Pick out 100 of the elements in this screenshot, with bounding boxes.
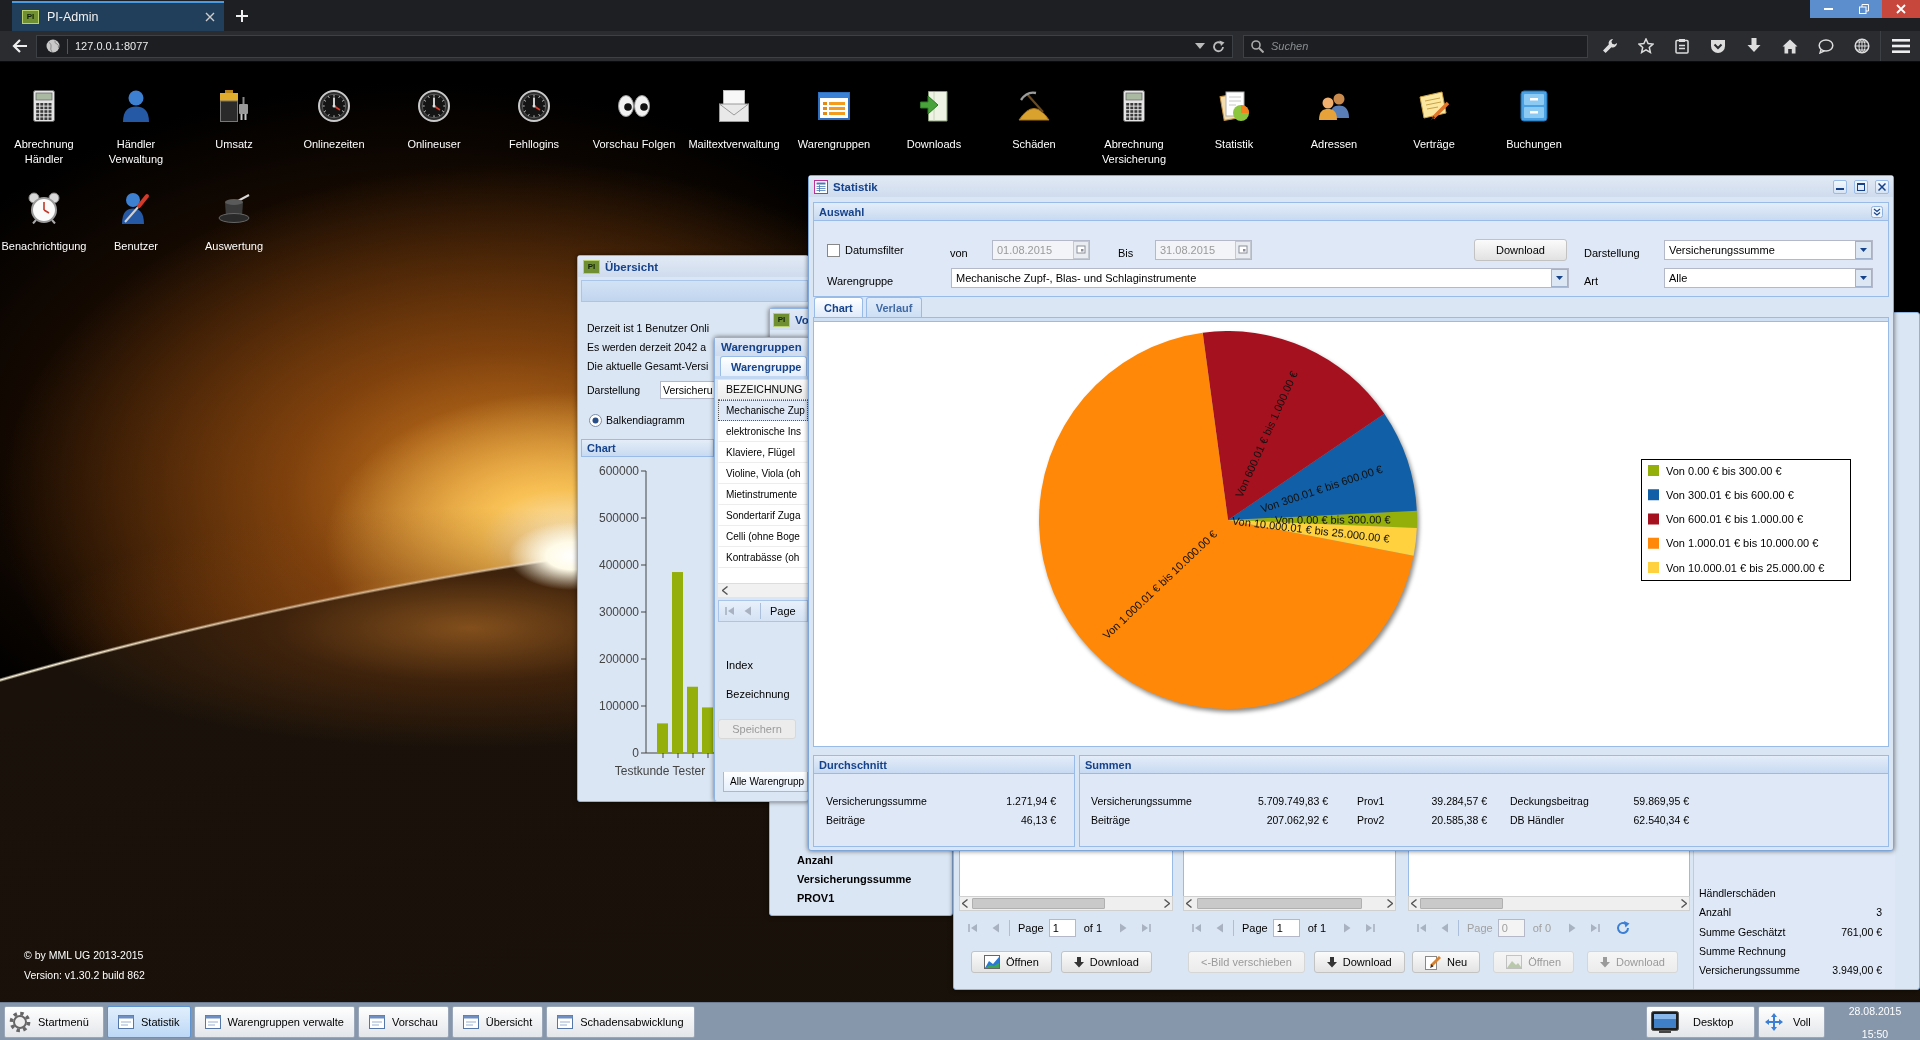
person-screwdriver-icon[interactable] bbox=[122, 192, 150, 224]
desktop-shortcut[interactable]: Onlineuser bbox=[407, 88, 461, 152]
taskbar-item[interactable]: Vorschau bbox=[357, 1005, 449, 1038]
tab[interactable]: Verlauf bbox=[865, 297, 923, 317]
close-button[interactable] bbox=[1875, 179, 1889, 194]
show-desktop-button[interactable]: Desktop bbox=[1646, 1005, 1755, 1038]
taskbar-item[interactable]: Warengruppen verwalte bbox=[193, 1005, 355, 1038]
scrollbar[interactable] bbox=[718, 583, 808, 597]
form-window-icon[interactable] bbox=[818, 92, 850, 120]
alarm-clock-icon[interactable] bbox=[28, 192, 60, 224]
scroll-left-icon[interactable] bbox=[1411, 899, 1417, 908]
desktop-shortcut[interactable]: Fehllogins bbox=[508, 88, 560, 152]
scroll-left-icon[interactable] bbox=[1186, 899, 1192, 908]
scrollbar-thumb[interactable] bbox=[1197, 898, 1362, 909]
search-field[interactable]: Suchen bbox=[1243, 34, 1588, 58]
eyes-icon[interactable] bbox=[618, 95, 650, 117]
scrollbar-thumb[interactable] bbox=[972, 898, 1105, 909]
fullscreen-button[interactable]: Voll bbox=[1758, 1005, 1825, 1038]
desktop-shortcut[interactable]: Auswertung bbox=[204, 190, 264, 254]
desktop-shortcut[interactable]: Schäden bbox=[1012, 88, 1056, 152]
address-field[interactable]: 127.0.0.1:8077 bbox=[36, 34, 1233, 58]
new-button[interactable]: Neu bbox=[1412, 951, 1481, 973]
scrollbar[interactable] bbox=[959, 896, 1173, 911]
scrollbar[interactable] bbox=[1408, 896, 1690, 911]
restore-button[interactable] bbox=[1846, 0, 1882, 18]
dropdown[interactable]: Alle bbox=[1664, 268, 1873, 288]
new-tab-icon[interactable] bbox=[236, 10, 248, 22]
top-hat-icon[interactable] bbox=[218, 193, 250, 223]
chart-documents-icon[interactable] bbox=[1218, 90, 1250, 122]
page-input-field[interactable]: 1 bbox=[1272, 919, 1300, 937]
person-icon[interactable] bbox=[123, 90, 149, 122]
desktop-shortcut[interactable]: Benachrichtigung bbox=[1, 190, 87, 254]
taskbar-item[interactable]: Übersicht bbox=[451, 1005, 544, 1038]
dropdown[interactable]: Versicherungssumme bbox=[1664, 240, 1873, 260]
start-menu-button[interactable]: Startmenü bbox=[4, 1005, 104, 1038]
tab[interactable]: Chart bbox=[814, 297, 863, 317]
desktop-shortcut[interactable]: Adressen bbox=[1310, 88, 1358, 152]
clock-icon[interactable] bbox=[418, 90, 450, 122]
calculator-icon[interactable] bbox=[1123, 90, 1145, 122]
desktop-shortcut[interactable]: Umsatz bbox=[215, 88, 253, 152]
desktop-shortcut[interactable]: Vorschau Folgen bbox=[592, 88, 676, 152]
chevron-badge-icon[interactable] bbox=[1710, 38, 1726, 54]
calculator-icon[interactable] bbox=[33, 90, 55, 122]
tab[interactable]: Alle Warengrupp bbox=[723, 772, 808, 792]
envelope-icon[interactable] bbox=[719, 90, 749, 122]
menu-icon[interactable] bbox=[1891, 39, 1910, 53]
browser-tab[interactable]: PI PI-Admin bbox=[12, 1, 224, 31]
refresh-icon[interactable] bbox=[1616, 921, 1631, 935]
dropdown[interactable]: Versicheru bbox=[660, 381, 714, 399]
globe-icon[interactable] bbox=[1854, 38, 1870, 54]
desktop-shortcut[interactable]: Downloads bbox=[906, 88, 962, 152]
column-header[interactable]: BEZEICHNUNG bbox=[718, 380, 808, 400]
home-icon[interactable] bbox=[1782, 38, 1798, 54]
download-button[interactable]: Download bbox=[1060, 951, 1152, 973]
pickaxe-pile-icon[interactable] bbox=[1018, 91, 1050, 121]
taskbar-item[interactable]: Schadensabwicklung bbox=[546, 1005, 695, 1038]
desktop-shortcut[interactable]: Verträge bbox=[1413, 88, 1455, 152]
clock-icon[interactable] bbox=[318, 90, 350, 122]
download-button[interactable]: Download bbox=[1313, 951, 1405, 973]
collapse-icon[interactable] bbox=[1871, 205, 1883, 218]
battery-plug-icon[interactable] bbox=[219, 90, 249, 122]
desktop-shortcut[interactable]: Onlinezeiten bbox=[303, 88, 365, 152]
scroll-right-icon[interactable] bbox=[1681, 899, 1687, 908]
dropdown[interactable]: Mechanische Zupf-, Blas- und Schlaginstrumente bbox=[951, 268, 1569, 288]
open-button[interactable]: Öffnen bbox=[971, 951, 1052, 973]
taskbar-item[interactable]: Statistik bbox=[107, 1005, 191, 1038]
maximize-button[interactable] bbox=[1854, 179, 1868, 194]
desktop-shortcut[interactable]: Buchungen bbox=[1506, 88, 1562, 152]
scroll-right-icon[interactable] bbox=[1387, 899, 1393, 908]
note-pencil-icon[interactable] bbox=[1418, 91, 1450, 121]
wrench-icon[interactable] bbox=[1602, 38, 1618, 54]
list-row[interactable]: Mechanische Zup bbox=[718, 400, 808, 421]
cabinet-icon[interactable] bbox=[1520, 90, 1548, 122]
download-icon[interactable] bbox=[920, 90, 948, 122]
people-icon[interactable] bbox=[1318, 92, 1350, 120]
page-input-field[interactable]: 1 bbox=[1048, 919, 1076, 937]
desktop-shortcut[interactable]: Mailtextverwaltung bbox=[688, 88, 780, 152]
reload-icon[interactable] bbox=[1212, 39, 1225, 53]
desktop-shortcut[interactable]: Warengruppen bbox=[797, 88, 871, 152]
download-button[interactable]: Download bbox=[1474, 239, 1567, 261]
chat-bubble-icon[interactable] bbox=[1818, 38, 1834, 54]
clipboard-icon[interactable] bbox=[1674, 38, 1690, 54]
download-icon[interactable] bbox=[1747, 38, 1761, 54]
close-button[interactable] bbox=[1882, 0, 1920, 18]
scroll-left-icon[interactable] bbox=[722, 586, 728, 595]
scrollbar-thumb[interactable] bbox=[1420, 898, 1503, 909]
desktop-shortcut[interactable]: Abrechnung Versicherung bbox=[1087, 88, 1181, 167]
scroll-right-icon[interactable] bbox=[1164, 899, 1170, 908]
clock-icon[interactable] bbox=[518, 90, 550, 122]
desktop-shortcut[interactable]: Benutzer bbox=[114, 190, 158, 254]
desktop-shortcut[interactable]: Händler Verwaltung bbox=[89, 88, 183, 167]
star-icon[interactable] bbox=[1638, 38, 1654, 54]
dropdown-caret-icon[interactable] bbox=[1195, 43, 1205, 49]
desktop-shortcut[interactable]: Statistik bbox=[1214, 88, 1254, 152]
minimize-button[interactable] bbox=[1833, 179, 1847, 194]
tab[interactable]: Warengruppe bbox=[720, 356, 807, 376]
close-icon[interactable] bbox=[205, 12, 215, 22]
checkbox[interactable] bbox=[827, 243, 840, 257]
radio-button[interactable] bbox=[589, 413, 602, 427]
scroll-left-icon[interactable] bbox=[962, 899, 968, 908]
